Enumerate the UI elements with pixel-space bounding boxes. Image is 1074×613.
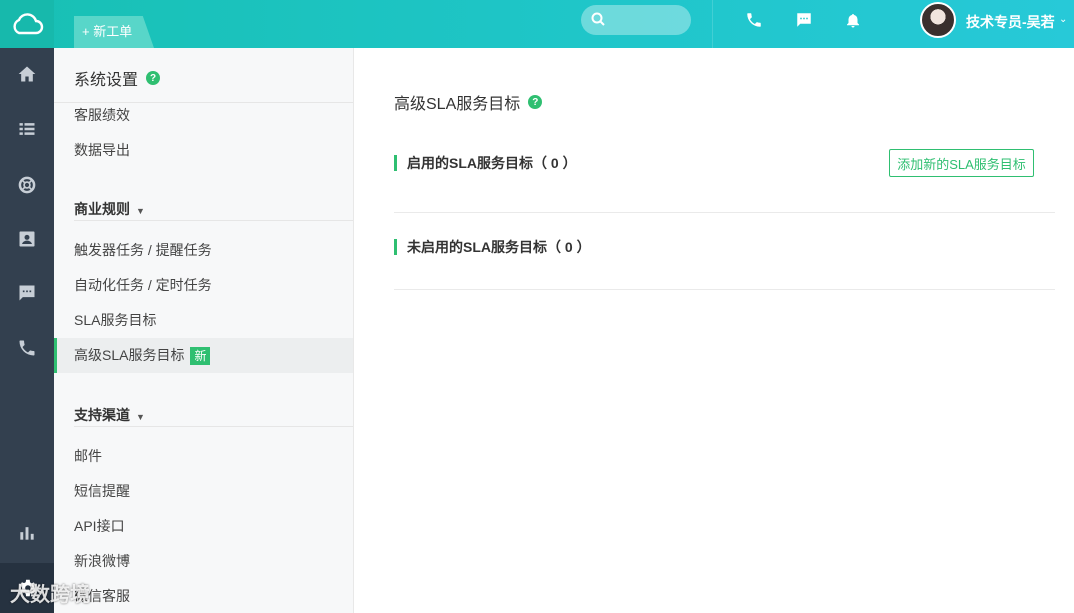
help-icon[interactable]: ? <box>528 95 543 109</box>
sidebar-item-data-export[interactable]: 数据导出 <box>54 133 353 168</box>
divider <box>394 289 1055 290</box>
chat-icon[interactable] <box>794 10 814 30</box>
bell-icon[interactable] <box>843 10 863 30</box>
avatar[interactable] <box>920 2 956 38</box>
list-icon[interactable] <box>0 109 54 149</box>
main-content: 高级SLA服务目标 ? 启用的SLA服务目标（ 0 ） 添加新的SLA服务目标 … <box>355 48 1074 613</box>
new-badge: 新 <box>190 347 211 366</box>
group-label: 商业规则 <box>74 201 130 217</box>
sidebar-item-automation[interactable]: 自动化任务 / 定时任务 <box>54 268 353 303</box>
sidebar-title-text: 系统设置 <box>74 72 139 89</box>
top-bar: + 新工单 技术专员-吴若 ⌄ <box>0 0 1074 48</box>
sidebar-item-label: 高级SLA服务目标 <box>74 347 185 363</box>
phone-icon[interactable] <box>0 328 54 368</box>
disabled-sla-section-title: 未启用的SLA服务目标（ 0 ） <box>394 239 591 255</box>
group-label: 支持渠道 <box>74 407 130 423</box>
sidebar-item-triggers[interactable]: 触发器任务 / 提醒任务 <box>54 233 353 268</box>
divider <box>712 0 713 48</box>
sidebar-item-sms[interactable]: 短信提醒 <box>54 474 353 509</box>
lifebuoy-icon[interactable] <box>0 165 54 205</box>
sidebar-item-email[interactable]: 邮件 <box>54 439 353 474</box>
sidebar-item-api[interactable]: API接口 <box>54 509 353 544</box>
phone-icon[interactable] <box>744 10 764 30</box>
sidebar-item-weibo[interactable]: 新浪微博 <box>54 544 353 579</box>
enabled-sla-section-title: 启用的SLA服务目标（ 0 ） <box>394 155 577 171</box>
sidebar-item-agent-performance[interactable]: 客服绩效 <box>54 98 353 133</box>
sidebar-group-business-rules[interactable]: 商业规则 ▼ <box>74 199 145 219</box>
divider <box>74 220 353 221</box>
page-title-text: 高级SLA服务目标 <box>394 96 521 113</box>
sidebar-item-advanced-sla[interactable]: 高级SLA服务目标新 <box>54 338 353 373</box>
search-icon <box>591 12 605 29</box>
icon-rail <box>0 48 54 613</box>
watermark: 大数跨境 <box>10 584 90 606</box>
sidebar-title: 系统设置 ? <box>74 66 161 90</box>
cloud-logo-icon[interactable] <box>0 0 54 48</box>
caret-down-icon: ▼ <box>136 206 145 216</box>
chat-bubble-icon[interactable] <box>0 273 54 313</box>
search-input[interactable] <box>611 12 681 28</box>
add-sla-button[interactable]: 添加新的SLA服务目标 <box>889 149 1034 177</box>
user-name[interactable]: 技术专员-吴若 <box>966 12 1055 32</box>
divider <box>74 426 353 427</box>
contacts-icon[interactable] <box>0 219 54 259</box>
stats-icon[interactable] <box>0 513 54 553</box>
new-ticket-button[interactable]: + 新工单 <box>74 16 154 48</box>
search-box[interactable] <box>581 5 691 35</box>
sidebar-item-sla[interactable]: SLA服务目标 <box>54 303 353 338</box>
sidebar-item-wechat[interactable]: 微信客服 <box>54 579 353 613</box>
divider <box>394 212 1055 213</box>
help-icon[interactable]: ? <box>146 71 161 85</box>
settings-sidebar: 系统设置 ? 客服绩效 数据导出 商业规则 ▼ 触发器任务 / 提醒任务 自动化任… <box>54 48 354 613</box>
sidebar-group-support-channels[interactable]: 支持渠道 ▼ <box>74 405 145 425</box>
home-icon[interactable] <box>0 54 54 94</box>
chevron-down-icon[interactable]: ⌄ <box>1059 14 1067 25</box>
caret-down-icon: ▼ <box>136 412 145 422</box>
page-title: 高级SLA服务目标 ? <box>394 90 543 114</box>
